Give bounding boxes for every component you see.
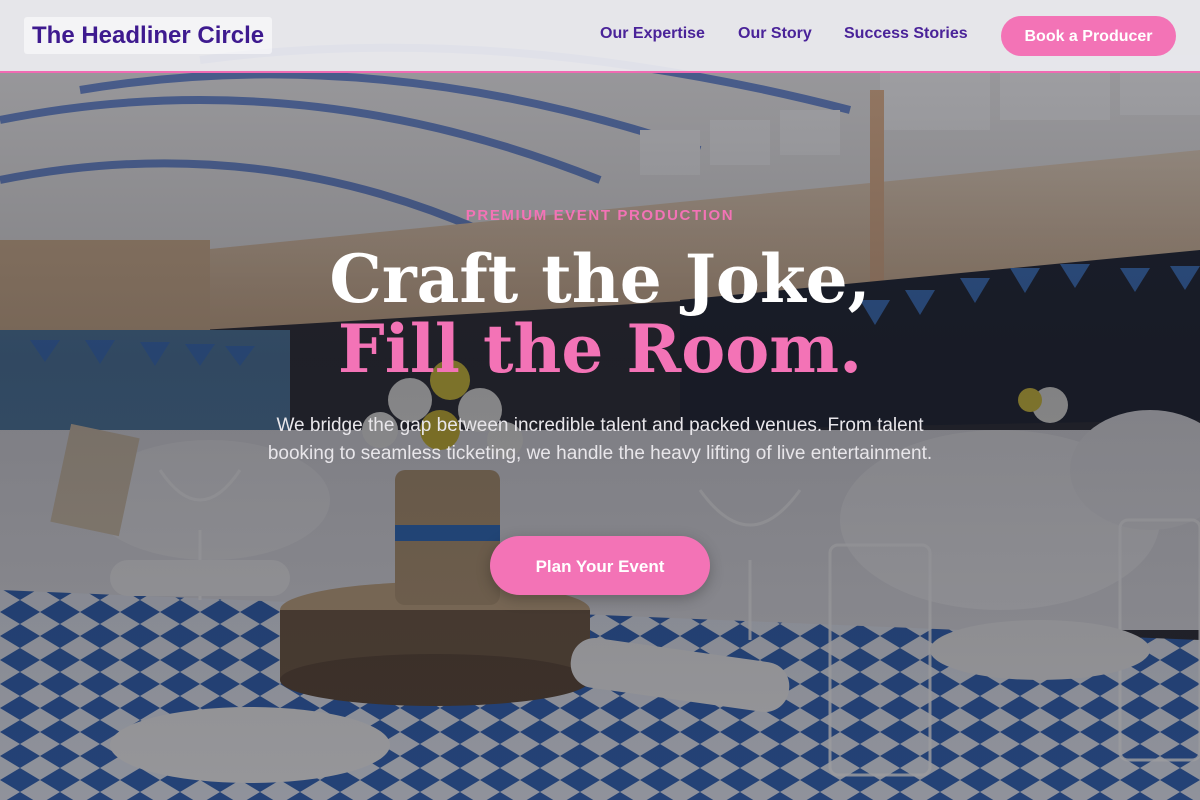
hero-section: PREMIUM EVENT PRODUCTION Craft the Joke,…	[0, 0, 1200, 800]
plan-event-button[interactable]: Plan Your Event	[490, 536, 710, 595]
hero-eyebrow: PREMIUM EVENT PRODUCTION	[465, 207, 735, 224]
hero-headline-line1: Craft the Joke,	[329, 240, 871, 318]
hero-headline-line2: Fill the Room.	[337, 310, 863, 388]
hero-headline: Craft the Joke, Fill the Room.	[0, 244, 1200, 384]
hero-subtext: We bridge the gap between incredible tal…	[267, 415, 933, 464]
